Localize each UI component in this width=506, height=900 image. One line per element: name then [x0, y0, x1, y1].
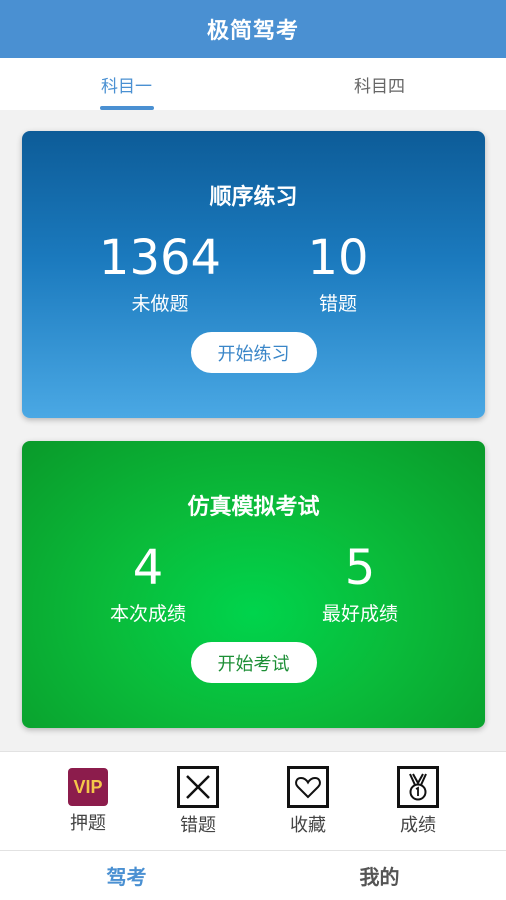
tab-subject-four[interactable]: 科目四: [253, 58, 506, 110]
heart-icon: [287, 766, 329, 808]
tab-subject-one[interactable]: 科目一: [0, 58, 253, 110]
subject-tabs: 科目一 科目四: [0, 58, 506, 110]
nav-driving-test[interactable]: 驾考: [0, 851, 253, 900]
tab-subject-four-label: 科目四: [354, 76, 405, 97]
mock-exam-card[interactable]: 仿真模拟考试 4 本次成绩 5 最好成绩 开始考试: [22, 441, 485, 728]
start-exam-button[interactable]: 开始考试: [190, 642, 317, 683]
practice-card-title: 顺序练习: [209, 185, 298, 210]
tool-wrong-questions[interactable]: 错题: [158, 766, 238, 837]
tools-row: VIP 押题 错题 收藏 成绩: [0, 751, 506, 850]
start-practice-button[interactable]: 开始练习: [190, 332, 317, 373]
wrong-label: 错题: [318, 293, 357, 315]
wrong-count: 10: [307, 230, 369, 286]
x-box-icon: [177, 766, 219, 808]
current-score: 4: [132, 540, 164, 596]
current-score-label: 本次成绩: [109, 603, 186, 625]
best-score: 5: [344, 540, 376, 596]
medal-icon: [397, 766, 439, 808]
sequential-practice-card[interactable]: 顺序练习 1364 未做题 10 错题 开始练习: [22, 131, 485, 418]
bottom-nav: 驾考 我的: [0, 850, 506, 900]
app-title: 极简驾考: [0, 0, 506, 58]
unanswered-label: 未做题: [131, 293, 189, 315]
unanswered-count: 1364: [98, 230, 222, 286]
vip-icon: VIP: [68, 768, 108, 806]
unanswered-stat: 1364 未做题: [80, 229, 240, 316]
tab-subject-one-label: 科目一: [101, 76, 152, 97]
tool-favorites-label: 收藏: [290, 815, 326, 836]
tool-favorites[interactable]: 收藏: [268, 766, 348, 837]
tool-predicted-label: 押题: [70, 813, 106, 834]
tab-active-indicator: [99, 106, 154, 110]
wrong-stat: 10 错题: [258, 229, 418, 316]
tool-scores[interactable]: 成绩: [378, 766, 458, 837]
tool-scores-label: 成绩: [400, 815, 436, 836]
best-score-label: 最好成绩: [321, 603, 398, 625]
exam-card-title: 仿真模拟考试: [187, 495, 320, 520]
nav-mine[interactable]: 我的: [253, 851, 506, 900]
tool-predicted-questions[interactable]: VIP 押题: [48, 766, 128, 835]
current-score-stat: 4 本次成绩: [68, 539, 228, 626]
tool-wrong-label: 错题: [180, 815, 216, 836]
best-score-stat: 5 最好成绩: [280, 539, 440, 626]
